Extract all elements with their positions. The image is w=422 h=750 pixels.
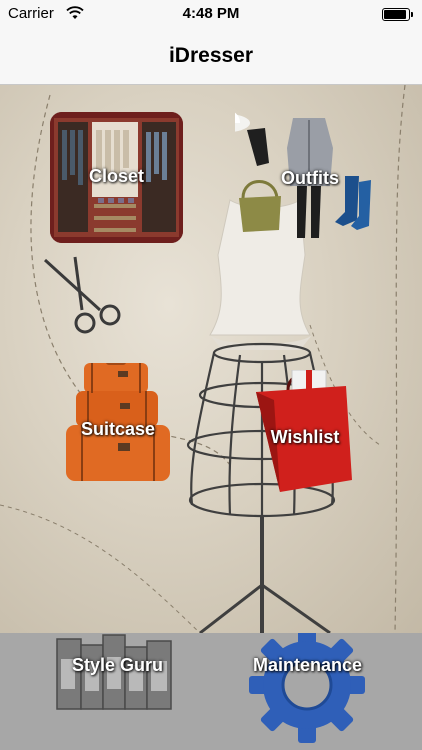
status-bar: Carrier 4:48 PM: [0, 0, 422, 28]
style-guru-button[interactable]: Style Guru: [55, 633, 180, 715]
suitcase-button[interactable]: Suitcase: [58, 363, 178, 488]
closet-button[interactable]: Closet: [50, 112, 183, 243]
suitcase-label: Suitcase: [80, 419, 156, 439]
clock: 4:48 PM: [182, 5, 240, 22]
scissors-icon: [43, 256, 121, 334]
home-menu: Closet Outfits Suitcase Wishlist: [0, 85, 422, 633]
wishlist-label: Wishlist: [270, 427, 340, 447]
maintenance-label: Maintenance: [252, 655, 363, 675]
gear-icon: [249, 633, 365, 743]
bottom-menu-bar: Style Guru Maintenance: [0, 633, 422, 750]
wishlist-button[interactable]: Wishlist: [250, 370, 360, 495]
page-title: iDresser: [168, 44, 254, 67]
style-guru-label: Style Guru: [71, 655, 164, 675]
navigation-bar: iDresser: [0, 28, 422, 85]
outfits-label: Outfits: [281, 168, 339, 188]
outfits-button[interactable]: Outfits: [235, 108, 385, 248]
maintenance-button[interactable]: Maintenance: [245, 633, 370, 748]
battery-icon: [382, 8, 413, 21]
closet-label: Closet: [88, 166, 144, 186]
